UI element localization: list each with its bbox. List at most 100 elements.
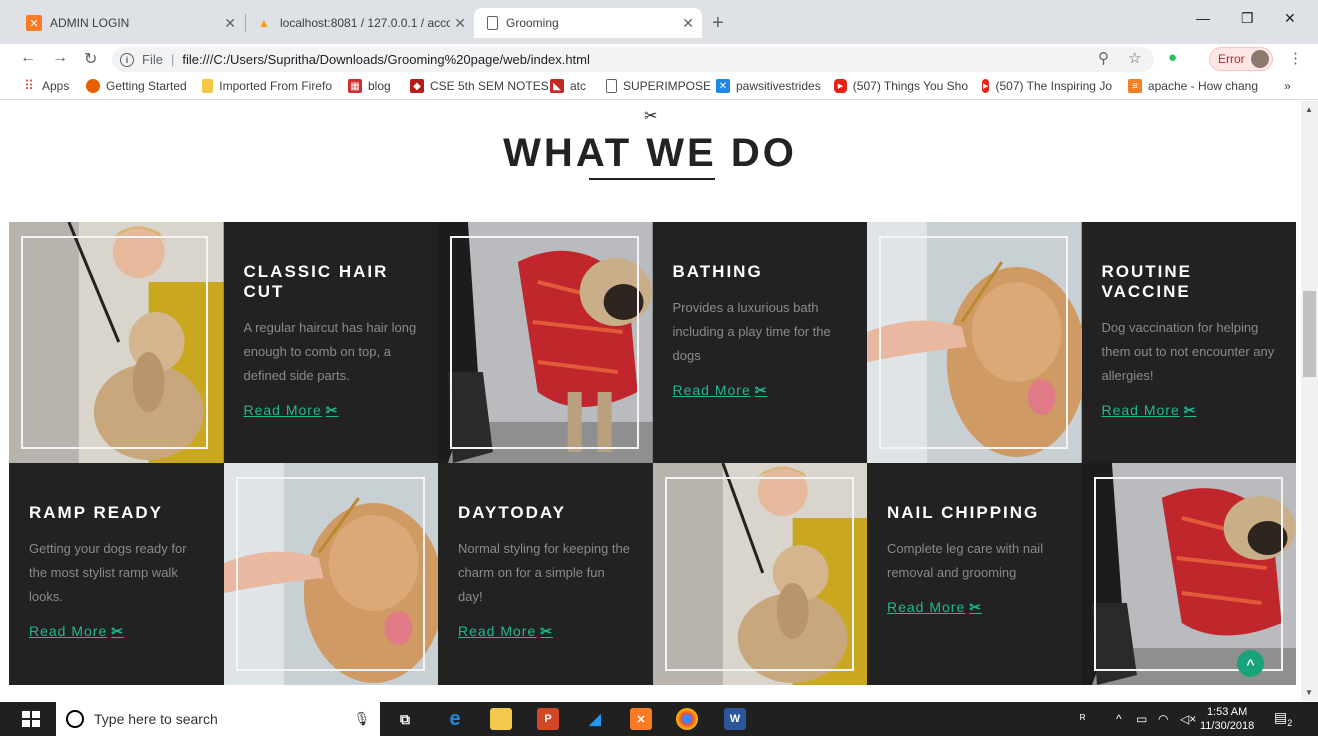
- bookmark-superimpose[interactable]: SUPERIMPOSE: [606, 79, 711, 93]
- read-more-link[interactable]: Read More ✂: [244, 402, 339, 419]
- taskbar-clock[interactable]: 1:53 AM 11/30/2018: [1200, 705, 1254, 733]
- bookmark-blog[interactable]: ▦ blog: [348, 79, 391, 93]
- tab-grooming[interactable]: Grooming ✕: [474, 8, 702, 38]
- new-tab-button[interactable]: +: [712, 12, 724, 35]
- scissors-icon: ✂: [969, 599, 982, 615]
- service-card-classic-hair-cut: CLASSIC HAIR CUT A regular haircut has h…: [223, 222, 438, 463]
- menu-kebab-icon[interactable]: ⋮: [1288, 49, 1303, 67]
- bookmark-label: SUPERIMPOSE: [623, 79, 712, 93]
- edge-icon[interactable]: e: [444, 708, 466, 730]
- url-text[interactable]: file:///C:/Users/Supritha/Downloads/Groo…: [182, 52, 590, 67]
- notes-icon: ◆: [410, 79, 424, 93]
- photo-frame: [1093, 477, 1283, 671]
- address-bar[interactable]: i File | file:///C:/Users/Supritha/Downl…: [112, 47, 1154, 72]
- close-window-button[interactable]: ✕: [1284, 10, 1296, 27]
- action-center-icon[interactable]: ▤2: [1274, 709, 1292, 728]
- bookmark-atc[interactable]: ◣ atc: [550, 79, 586, 93]
- close-tab-icon[interactable]: ✕: [224, 15, 236, 32]
- tab-title: Grooming: [506, 16, 559, 30]
- task-view-icon[interactable]: ⧉: [394, 708, 416, 730]
- photo-frame: [450, 236, 639, 449]
- reload-button[interactable]: ↻: [84, 49, 97, 69]
- xampp-icon: ✕: [26, 15, 42, 31]
- back-to-top-button[interactable]: ^: [1237, 650, 1264, 677]
- bookmark-youtube-1[interactable]: ▶ (507) Things You Sho: [834, 79, 968, 93]
- zoom-icon[interactable]: ⚲: [1098, 49, 1109, 67]
- battery-icon[interactable]: ▭: [1136, 712, 1147, 726]
- section-header: ✂ WHAT WE DO: [0, 101, 1300, 211]
- scroll-up-icon[interactable]: ▲: [1305, 105, 1313, 114]
- scissors-icon: ✂: [111, 623, 124, 639]
- service-title: CLASSIC HAIR CUT: [243, 262, 389, 301]
- read-more-link[interactable]: Read More ✂: [29, 623, 124, 640]
- link-label: Read More: [243, 402, 322, 418]
- file-explorer-icon[interactable]: [490, 708, 512, 730]
- scrollbar-thumb[interactable]: [1303, 291, 1316, 377]
- microphone-icon[interactable]: 🎙: [353, 711, 370, 727]
- firefox-icon: [86, 79, 100, 93]
- evernote-icon[interactable]: ●: [1168, 49, 1177, 66]
- service-description: Complete leg care with nail removal and …: [887, 541, 1044, 580]
- powerpoint-icon[interactable]: P: [537, 708, 559, 730]
- photo-frame: [664, 477, 854, 671]
- close-tab-icon[interactable]: ✕: [682, 15, 694, 32]
- page-viewport: ✂ WHAT WE DO CLASSIC HAIR CUT A regular …: [0, 101, 1318, 701]
- read-more-link[interactable]: Read More ✂: [887, 599, 982, 616]
- scroll-down-icon[interactable]: ▼: [1305, 688, 1313, 697]
- read-more-link[interactable]: Read More ✂: [1102, 402, 1197, 419]
- back-button[interactable]: ←: [20, 49, 36, 67]
- bookmark-cse-notes[interactable]: ◆ CSE 5th SEM NOTES: [410, 79, 549, 93]
- people-icon[interactable]: ᴿ: [1080, 712, 1085, 726]
- photo-pug-sweater-2: [1081, 463, 1296, 685]
- read-more-link[interactable]: Read More ✂: [458, 623, 553, 640]
- bookmarks-overflow-button[interactable]: »: [1284, 79, 1291, 93]
- apps-grid-icon: ⠿: [24, 78, 34, 93]
- bookmark-pawsitivestrides[interactable]: ✕ pawsitivestrides: [716, 79, 821, 93]
- bookmark-label: Getting Started: [106, 79, 187, 93]
- blog-icon: ▦: [348, 79, 362, 93]
- file-icon: [606, 79, 617, 93]
- scissors-icon: ✂: [644, 108, 658, 125]
- browser-tab-bar: ✕ ADMIN LOGIN ✕ ▲ localhost:8081 / 127.0…: [0, 0, 1318, 44]
- bookmark-apache[interactable]: ≡ apache - How chang: [1128, 79, 1258, 93]
- volume-icon[interactable]: ◁×: [1180, 712, 1196, 726]
- link-label: Read More: [458, 623, 537, 639]
- photo-groomer-shih-tzu: [9, 222, 224, 463]
- tab-phpmyadmin[interactable]: ▲ localhost:8081 / 127.0.0.1 / acco ✕: [246, 8, 474, 38]
- tray-chevron-icon[interactable]: ^: [1116, 712, 1122, 726]
- profile-error-button[interactable]: Error: [1209, 47, 1273, 71]
- service-card-routine-vaccine: ROUTINE VACCINE Dog vaccination for help…: [1081, 222, 1296, 463]
- wifi-icon[interactable]: ◠: [1158, 712, 1168, 726]
- word-icon[interactable]: W: [724, 708, 746, 730]
- tab-admin-login[interactable]: ✕ ADMIN LOGIN ✕: [16, 8, 244, 38]
- bookmark-apps[interactable]: ⠿ Apps: [22, 78, 69, 93]
- visual-studio-icon[interactable]: ◢: [584, 708, 606, 730]
- page-scrollbar[interactable]: ▲ ▼: [1301, 101, 1318, 701]
- taskbar-search[interactable]: Type here to search 🎙: [56, 702, 380, 736]
- tab-title: ADMIN LOGIN: [50, 16, 130, 30]
- bookmark-getting-started[interactable]: Getting Started: [86, 79, 187, 93]
- service-description: Getting your dogs ready for the most sty…: [29, 541, 187, 604]
- link-label: Read More: [887, 599, 966, 615]
- service-card-ramp-ready: RAMP READY Getting your dogs ready for t…: [9, 463, 224, 685]
- bookmark-label: pawsitivestrides: [736, 79, 821, 93]
- restore-button[interactable]: ❐: [1241, 10, 1254, 27]
- info-icon[interactable]: i: [120, 52, 134, 67]
- file-icon: [487, 16, 498, 30]
- read-more-link[interactable]: Read More ✂: [673, 382, 768, 399]
- close-tab-icon[interactable]: ✕: [454, 15, 466, 32]
- forward-button[interactable]: →: [52, 49, 68, 67]
- bookmark-star-icon[interactable]: ☆: [1128, 49, 1141, 67]
- minimize-button[interactable]: —: [1196, 10, 1210, 26]
- notification-count: 2: [1287, 717, 1293, 728]
- bookmark-youtube-2[interactable]: ▶ (507) The Inspiring Jo: [982, 79, 1112, 93]
- photo-frame: [235, 477, 425, 671]
- service-title: NAIL CHIPPING: [887, 503, 1040, 522]
- bookmark-label: atc: [570, 79, 587, 93]
- youtube-icon: ▶: [834, 79, 847, 93]
- youtube-icon: ▶: [982, 79, 990, 93]
- windows-start-button[interactable]: [22, 711, 40, 727]
- bookmark-imported[interactable]: Imported From Firefo: [202, 79, 332, 93]
- chrome-icon[interactable]: [676, 708, 698, 730]
- xampp-icon[interactable]: ✕: [630, 708, 652, 730]
